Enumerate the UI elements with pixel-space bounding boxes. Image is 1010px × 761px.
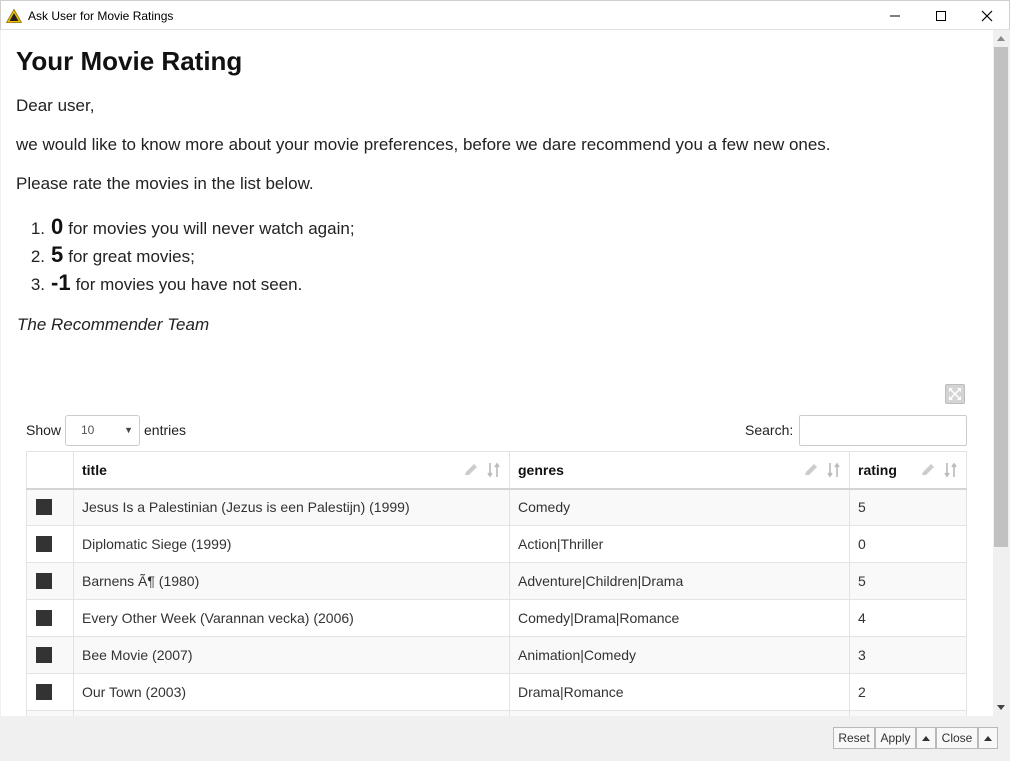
scroll-up-arrow-icon[interactable] — [993, 30, 1009, 47]
instruction-text: Please rate the movies in the list below… — [16, 174, 314, 193]
table-row[interactable]: Bee Movie (2007) Animation|Comedy 3 — [26, 636, 967, 674]
cell-title: Diplomatic Siege (1999) — [73, 525, 510, 563]
expand-icon — [949, 388, 961, 400]
rule-text: for movies you have not seen. — [75, 275, 303, 294]
window-titlebar: Ask User for Movie Ratings — [0, 0, 1010, 30]
intro-text: we would like to know more about your mo… — [16, 135, 831, 154]
apply-button[interactable]: Apply — [875, 727, 916, 749]
dialog-content: Your Movie Rating Dear user, we would li… — [1, 30, 993, 716]
close-window-button[interactable] — [964, 1, 1010, 31]
row-checkbox[interactable] — [36, 499, 52, 516]
row-checkbox[interactable] — [36, 647, 52, 663]
rule-value: -1 — [51, 270, 71, 295]
edit-pencil-icon — [805, 464, 817, 475]
search-input[interactable] — [799, 415, 967, 446]
entries-value: 10 — [81, 423, 95, 437]
warning-triangle-icon — [5, 8, 23, 23]
table-header-row: title genres rating — [26, 451, 967, 490]
cell-title: Our Town (2003) — [73, 673, 510, 711]
cell-genres: Comedy — [509, 488, 850, 526]
row-checkbox[interactable] — [36, 610, 52, 626]
caret-down-icon: ▼ — [124, 425, 133, 435]
caret-up-icon — [922, 735, 930, 741]
cell-title: Every Other Week (Varannan vecka) (2006) — [73, 599, 510, 637]
select-column-header[interactable] — [26, 451, 74, 490]
maximize-button[interactable] — [918, 1, 964, 31]
cell-genres: Drama|Romance — [509, 673, 850, 711]
caret-up-icon — [984, 735, 992, 741]
close-icon — [981, 10, 993, 22]
cell-rating[interactable]: 4 — [849, 599, 967, 637]
table-row[interactable]: Jesus Is a Palestinian (Jezus is een Pal… — [26, 488, 967, 526]
close-options-button[interactable] — [978, 727, 998, 749]
scrollbar-thumb[interactable] — [994, 47, 1008, 547]
cell-rating[interactable]: 5 — [849, 488, 967, 526]
row-checkbox[interactable] — [36, 573, 52, 589]
table-row[interactable]: Diplomatic Siege (1999) Action|Thriller … — [26, 525, 967, 563]
rule-value: 0 — [51, 214, 64, 239]
column-header-title[interactable]: title — [73, 451, 510, 490]
cell-rating[interactable]: 3 — [849, 636, 967, 674]
close-button[interactable]: Close — [936, 727, 978, 749]
sort-icon — [487, 462, 500, 478]
minimize-button[interactable] — [872, 1, 918, 31]
ratings-table: title genres rating Jesus Is a Palestini… — [26, 451, 967, 716]
column-header-rating[interactable]: rating — [849, 451, 967, 490]
search-label: Search: — [745, 422, 794, 438]
apply-options-button[interactable] — [916, 727, 936, 749]
rating-rules-list: 1. 0 for movies you will never watch aga… — [1, 214, 355, 298]
row-checkbox[interactable] — [36, 684, 52, 700]
cell-genres: Animation|Comedy — [509, 636, 850, 674]
entries-label: entries — [144, 422, 187, 438]
expand-table-button[interactable] — [945, 384, 965, 404]
cell-title: Barnens Ã¶ (1980) — [73, 562, 510, 600]
rule-item: 2. 5 for great movies; — [30, 242, 195, 267]
table-row[interactable]: Every Other Week (Varannan vecka) (2006)… — [26, 599, 967, 637]
rule-item: 3. -1 for movies you have not seen. — [30, 270, 303, 295]
cell-rating[interactable]: 0 — [849, 525, 967, 563]
signature-text: The Recommender Team — [17, 315, 210, 334]
cell-genres: Adventure|Children|Drama — [509, 562, 850, 600]
cell-rating[interactable]: 2 — [849, 673, 967, 711]
edit-pencil-icon — [465, 464, 477, 475]
window-title: Ask User for Movie Ratings — [28, 9, 174, 23]
greeting-text: Dear user, — [16, 96, 95, 115]
table-row[interactable]: Barnens Ã¶ (1980) Adventure|Children|Dra… — [26, 562, 967, 600]
sort-icon — [827, 462, 840, 478]
cell-genres: Comedy|Drama|Romance — [509, 599, 850, 637]
row-checkbox[interactable] — [36, 536, 52, 552]
entries-select[interactable]: 10 ▼ — [65, 415, 140, 446]
maximize-icon — [936, 11, 946, 21]
rule-text: for movies you will never watch again; — [68, 219, 355, 238]
dialog-button-bar: Reset Apply Close — [1, 716, 1009, 761]
cell-rating[interactable]: 5 — [849, 562, 967, 600]
cell-genres: Action|Thriller — [509, 525, 850, 563]
cell-title: Jesus Is a Palestinian (Jezus is een Pal… — [73, 488, 510, 526]
scroll-down-arrow-icon[interactable] — [993, 699, 1009, 716]
column-header-genres[interactable]: genres — [509, 451, 850, 490]
reset-button[interactable]: Reset — [833, 727, 875, 749]
cell-title: Bee Movie (2007) — [73, 636, 510, 674]
rule-value: 5 — [51, 242, 64, 267]
vertical-scrollbar[interactable] — [993, 30, 1009, 716]
table-row[interactable]: Our Town (2003) Drama|Romance 2 — [26, 673, 967, 711]
rule-text: for great movies; — [68, 247, 195, 266]
minimize-icon — [890, 15, 900, 17]
show-label: Show — [26, 422, 62, 438]
page-title: Your Movie Rating — [16, 46, 243, 76]
edit-pencil-icon — [922, 464, 934, 475]
rule-item: 1. 0 for movies you will never watch aga… — [30, 214, 355, 239]
sort-icon — [944, 462, 957, 478]
